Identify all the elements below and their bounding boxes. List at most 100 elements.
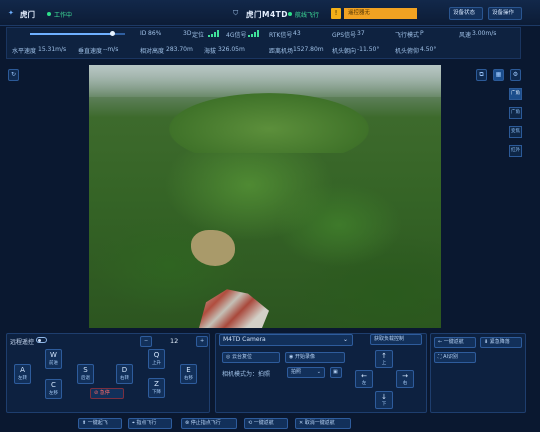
tab-wide-1[interactable]: 广角 [509,88,522,100]
remote-control-toggle[interactable] [36,337,47,343]
record-button[interactable]: ◉ 开始录像 [285,352,345,363]
capture-button[interactable]: ▣ [330,367,342,378]
alert-icon[interactable]: ! [331,8,341,19]
ascend-button[interactable]: Q 上升 [148,349,165,369]
tele-r1-3-label: RTK信号 [269,32,293,39]
tele-r1-6-label: 风速 [459,32,472,39]
arrow-left-icon: ← [361,372,367,380]
gimbal-down-button[interactable]: ↓ 下 [375,391,393,409]
split-view-button[interactable]: ⧉ [476,69,487,81]
backward-button[interactable]: S 后退 [77,364,94,384]
battery-slider-fill [30,33,112,35]
ai-detect-button[interactable]: ⛶ AI识别 [434,352,476,363]
move-left-label: 左移 [49,391,58,396]
ascend-key: Q [153,351,160,359]
tab-wide-2-label: 广角 [511,110,520,115]
gimbal-down-label: 下 [381,402,387,407]
emergency-stop-button[interactable]: ⊘ 急停 [90,388,124,399]
gimbal-up-button[interactable]: ↑ 上 [375,350,393,368]
rotate-right-button[interactable]: D 右转 [116,364,133,384]
tele-r1-0-value: 86% [148,30,162,37]
rotate-left-button[interactable]: A 左转 [14,364,31,384]
tab-wide-2[interactable]: 广角 [509,107,522,119]
cancel-return-label: 取消一键返航 [304,420,335,426]
point-fly-label: 指点飞行 [136,420,157,426]
battery-slider-knob[interactable] [109,31,115,36]
tab-zoom[interactable]: 变焦 [509,126,522,138]
takeoff-button[interactable]: ⬆ 一键起飞 [78,418,122,429]
ascend-label: 上升 [152,361,161,366]
zoom-plus-label: + [200,338,205,344]
tele-r2-1-value: --m/s [103,46,119,53]
video-hill [169,93,369,153]
arrow-down-icon: ↓ [381,393,387,401]
status-text: 工作中 [54,12,73,19]
gimbal-left-button[interactable]: ← 左 [355,370,373,388]
stop-point-fly-label: 停止指点飞行 [190,420,221,426]
chevron-down-icon: ⌄ [316,369,321,375]
zoom-plus-button[interactable]: + [196,336,208,347]
drone-video-feed[interactable] [89,65,441,328]
zoom-minus-button[interactable]: − [140,336,152,347]
land-icon: ⬇ [484,339,489,345]
forward-button[interactable]: W 前进 [45,349,62,369]
gimbal-reset-button[interactable]: ◎ 云台复位 [222,352,280,363]
stop-point-fly-button[interactable]: ⊗ 停止指点飞行 [181,418,237,429]
camera-mode-select[interactable]: 拍照 ⌄ [287,367,325,378]
gimbal-reset-icon: ◎ [226,354,231,360]
settings-button[interactable]: ⚙ [510,69,521,81]
tele-r2-3-value: 326.05m [218,46,245,53]
emergency-land-button[interactable]: ⬇ 紧急降落 [480,337,522,348]
layout-icon: ▦ [495,71,502,78]
device-status-button[interactable]: 设备状态 [449,7,483,20]
device-operation-button[interactable]: 设备操作 [488,7,522,20]
gimbal-right-label: 右 [402,381,408,386]
tele-r1-0-label: ID [140,30,147,37]
gimbal-left-label: 左 [361,381,367,386]
tele-r2-0-value: 15.31m/s [38,46,67,53]
arrow-up-icon: ↑ [381,352,387,360]
return-home-button[interactable]: ← 一键返航 [434,337,476,348]
move-left-key: C [51,381,56,389]
camera-select[interactable]: M4TD Camera ⌄ [219,334,353,346]
record-label: 开始录像 [294,354,315,360]
refresh-button[interactable]: ↻ [8,69,19,81]
tab-infrared[interactable]: 红外 [509,145,522,157]
tele-r1-1-value: 定位 [192,32,205,39]
stop-icon: ⊘ [94,390,99,396]
arrow-right-icon: → [402,372,408,380]
signal-4g-icon [248,30,259,37]
device-operation-label: 设备操作 [492,10,515,16]
ai-icon: ⛶ [438,354,442,360]
top-bar: ✦ 虎门 工作中 ⛉ 虎门M4TD 航线飞行 ! 遥控器无 设备状态 设备操作 [0,0,540,26]
cancel-return-icon: ✕ [299,420,304,426]
tele-r1-2-label: 4G信号 [226,32,247,39]
zoom-value[interactable]: 12 [170,337,178,345]
get-payload-control-button[interactable]: 获取负载控制 [370,334,422,345]
rotate-right-label: 右转 [120,376,129,381]
drone-model: 虎门M4TD [246,10,289,19]
one-key-return-label: 一键返航 [253,420,274,426]
tele-r2-3-label: 海拔 [204,48,217,55]
video-pond [191,230,235,266]
gear-icon: ⚙ [512,71,519,78]
move-right-button[interactable]: E 右移 [180,364,197,384]
status-dot [47,12,51,16]
descend-button[interactable]: Z 下降 [148,378,165,398]
one-key-return-icon: ⟲ [248,420,253,426]
record-icon: ◉ [289,354,294,360]
point-fly-button[interactable]: ⌖ 指点飞行 [128,418,172,429]
move-left-button[interactable]: C 左移 [45,379,62,399]
descend-key: Z [154,380,159,388]
one-key-return-button[interactable]: ⟲ 一键返航 [244,418,288,429]
backward-key: S [83,366,88,374]
device-status-label: 设备状态 [453,10,476,16]
alert-field[interactable]: 遥控器无 [344,8,417,19]
gimbal-right-button[interactable]: → 右 [396,370,414,388]
rotate-left-label: 左转 [18,376,27,381]
camera-mode-value: 拍照 [291,369,302,375]
cancel-return-button[interactable]: ✕ 取消一键返航 [295,418,351,429]
tele-r2-5-value: -11.50° [357,46,380,53]
layout-button[interactable]: ▦ [493,69,504,81]
takeoff-label: 一键起飞 [87,420,108,426]
